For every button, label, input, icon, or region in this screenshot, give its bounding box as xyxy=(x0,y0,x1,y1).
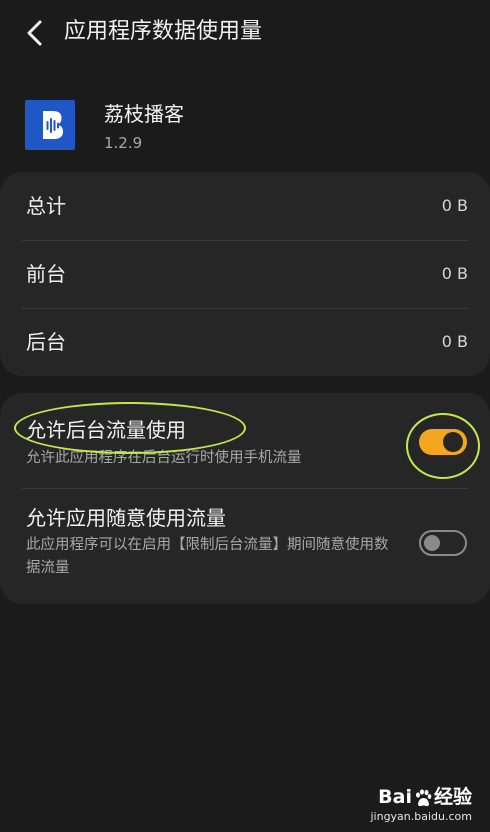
toggle-knob xyxy=(443,432,463,452)
setting-description: 允许此应用程序在后台运行时使用手机流量 xyxy=(26,450,302,466)
setting-description: 此应用程序可以在启用【限制后台流量】期间随意使用数据流量 xyxy=(26,537,389,576)
watermark-url: jingyan.baidu.com xyxy=(370,810,472,823)
setting-allow-unrestricted-data[interactable]: 允许应用随意使用流量 此应用程序可以在启用【限制后台流量】期间随意使用数据流量 xyxy=(0,488,490,604)
podcast-logo-icon xyxy=(43,111,63,139)
setting-allow-background-data[interactable]: 允许后台流量使用 允许此应用程序在后台运行时使用手机流量 xyxy=(0,393,490,488)
baidu-jingyan-watermark: Bai 经验 jingyan.baidu.com xyxy=(352,785,472,825)
app-info: 荔枝播客 1.2.9 xyxy=(0,90,490,160)
app-version: 1.2.9 xyxy=(104,134,143,152)
background-data-toggle[interactable] xyxy=(419,429,467,455)
usage-label: 总计 xyxy=(26,194,66,218)
usage-row-foreground: 前台 0 B xyxy=(0,240,490,308)
usage-row-background: 后台 0 B xyxy=(0,308,490,376)
watermark-brand-suffix: 经验 xyxy=(433,786,472,808)
setting-title: 允许应用随意使用流量 xyxy=(26,506,226,530)
chevron-left-icon xyxy=(27,20,42,46)
setting-title: 允许后台流量使用 xyxy=(26,418,186,442)
page-title: 应用程序数据使用量 xyxy=(64,19,263,44)
toggle-knob xyxy=(424,535,440,551)
usage-card: 总计 0 B 前台 0 B 后台 0 B xyxy=(0,172,490,376)
usage-row-total: 总计 0 B xyxy=(0,172,490,240)
app-icon xyxy=(25,100,75,150)
app-bar: 应用程序数据使用量 xyxy=(0,0,490,66)
usage-label: 后台 xyxy=(26,330,66,354)
usage-value: 0 B xyxy=(441,264,468,283)
usage-value: 0 B xyxy=(441,196,468,215)
paw-icon xyxy=(415,788,432,806)
watermark-brand-prefix: Bai xyxy=(378,786,412,808)
back-button[interactable] xyxy=(18,14,52,52)
settings-card: 允许后台流量使用 允许此应用程序在后台运行时使用手机流量 允许应用随意使用流量 … xyxy=(0,393,490,604)
unrestricted-data-toggle[interactable] xyxy=(419,530,467,556)
usage-value: 0 B xyxy=(441,332,468,351)
app-name: 荔枝播客 xyxy=(104,102,184,126)
watermark-logo: Bai 经验 xyxy=(378,785,472,809)
usage-label: 前台 xyxy=(26,262,66,286)
